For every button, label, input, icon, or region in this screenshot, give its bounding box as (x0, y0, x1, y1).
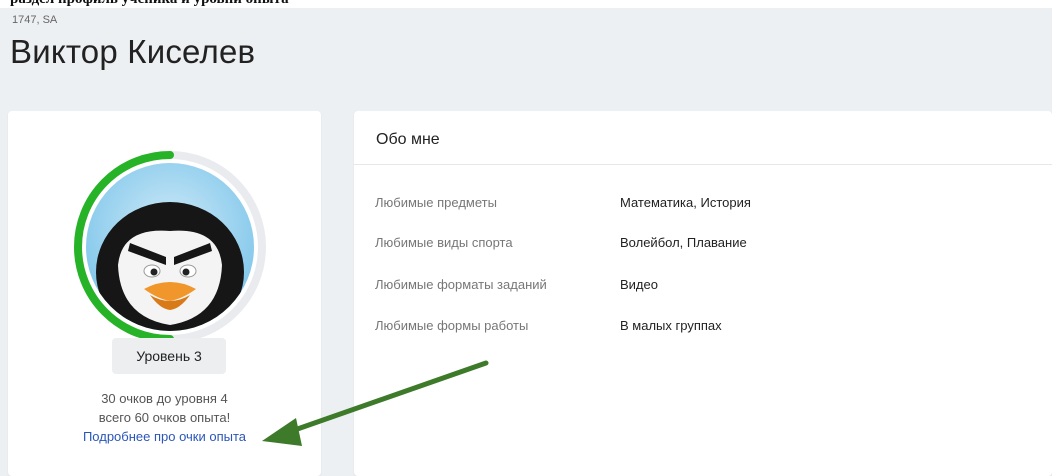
about-divider (354, 164, 1052, 165)
about-row-value: Видео (620, 277, 658, 292)
about-row-label: Любимые формы работы (375, 318, 529, 333)
about-row-value: В малых группах (620, 318, 722, 333)
cropped-top-heading: раздел профиль ученика и уровни опыта (0, 0, 1052, 8)
avatar (70, 147, 270, 347)
about-row-value: Математика, История (620, 195, 751, 210)
about-row-label: Любимые форматы заданий (375, 277, 547, 292)
about-row-value: Волейбол, Плавание (620, 235, 747, 250)
xp-to-next-level: 30 очков до уровня 4 (101, 391, 228, 406)
profile-card: Уровень 3 30 очков до уровня 4 всего 60 … (8, 111, 321, 476)
about-row-label: Любимые виды спорта (375, 235, 513, 250)
about-title: Обо мне (376, 131, 440, 148)
xp-info-link[interactable]: Подробнее про очки опыта (8, 429, 321, 444)
xp-total: всего 60 очков опыта! (98, 410, 231, 425)
user-id: 1747, SA (12, 14, 58, 26)
cropped-heading-text: раздел профиль ученика и уровни опыта (10, 0, 289, 8)
level-badge: Уровень 3 (112, 338, 226, 374)
penguin-avatar-icon (74, 151, 266, 343)
about-card: Обо мне Любимые предметы Математика, Ист… (354, 111, 1052, 476)
page-title: Виктор Киселев (10, 33, 256, 70)
about-row-label: Любимые предметы (375, 195, 497, 210)
